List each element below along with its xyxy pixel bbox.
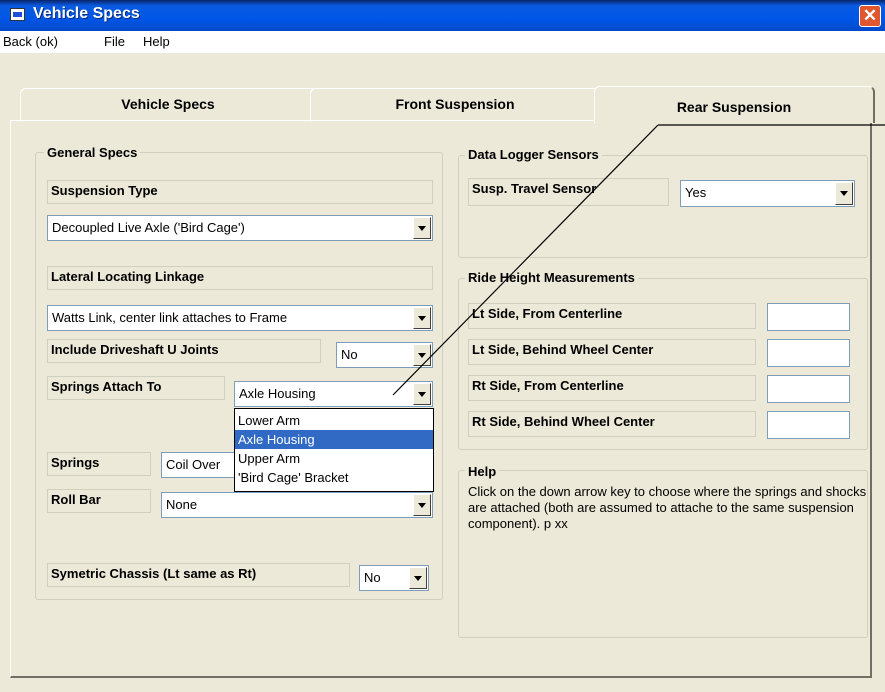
lt-side-centerline-input[interactable] — [767, 303, 850, 331]
springs-value: Coil Over — [166, 457, 221, 472]
ride-height-title: Ride Height Measurements — [465, 270, 638, 285]
springs-attach-label: Springs Attach To — [47, 376, 225, 400]
susp-travel-label: Susp. Travel Sensor — [468, 178, 669, 206]
roll-bar-select[interactable]: None — [161, 492, 433, 518]
roll-bar-value: None — [166, 497, 198, 512]
chevron-down-icon[interactable] — [413, 217, 431, 239]
menu-help[interactable]: Help — [143, 34, 170, 49]
roll-bar-label: Roll Bar — [47, 489, 151, 513]
susp-travel-value: Yes — [685, 185, 707, 200]
rt-side-wheel-label: Rt Side, Behind Wheel Center — [468, 411, 756, 437]
suspension-type-select[interactable]: Decoupled Live Axle ('Bird Cage') — [47, 215, 433, 241]
help-text: Click on the down arrow key to choose wh… — [468, 484, 867, 531]
menu-back-ok[interactable]: Back (ok) — [3, 34, 58, 49]
lateral-linkage-select[interactable]: Watts Link, center link attaches to Fram… — [47, 305, 433, 331]
tab-front-suspension[interactable]: Front Suspension — [310, 88, 601, 122]
rt-side-wheel-input[interactable] — [767, 411, 850, 439]
menu-file[interactable]: File — [104, 34, 125, 49]
tab-vehicle-specs[interactable]: Vehicle Specs — [20, 88, 317, 122]
lateral-linkage-value: Watts Link, center link attaches to Fram… — [52, 310, 288, 325]
lateral-linkage-label: Lateral Locating Linkage — [47, 266, 433, 290]
help-title: Help — [465, 464, 500, 479]
chevron-down-icon[interactable] — [409, 567, 427, 589]
option-axle-housing[interactable]: Axle Housing — [235, 430, 433, 449]
general-specs-title: General Specs — [44, 145, 141, 160]
close-button[interactable]: ✕ — [859, 5, 881, 27]
menu-bar: Back (ok) File Help — [0, 31, 885, 53]
option-lower-arm[interactable]: Lower Arm — [235, 411, 433, 430]
driveshaft-select[interactable]: No — [336, 342, 433, 368]
springs-attach-dropdown: Lower Arm Axle Housing Upper Arm 'Bird C… — [234, 408, 434, 492]
symmetric-chassis-label: Symetric Chassis (Lt same as Rt) — [47, 563, 350, 587]
rt-side-centerline-input[interactable] — [767, 375, 850, 403]
window-title: Vehicle Specs — [33, 5, 140, 22]
lt-side-wheel-input[interactable] — [767, 339, 850, 367]
suspension-type-label: Suspension Type — [47, 180, 433, 204]
lt-side-centerline-label: Lt Side, From Centerline — [468, 303, 756, 329]
tab-rear-suspension[interactable]: Rear Suspension — [594, 86, 875, 123]
symmetric-chassis-value: No — [364, 570, 381, 585]
app-icon — [10, 8, 25, 21]
rt-side-centerline-label: Rt Side, From Centerline — [468, 375, 756, 401]
suspension-type-value: Decoupled Live Axle ('Bird Cage') — [52, 220, 245, 235]
chevron-down-icon[interactable] — [413, 383, 431, 405]
susp-travel-select[interactable]: Yes — [680, 180, 855, 207]
lt-side-wheel-label: Lt Side, Behind Wheel Center — [468, 339, 756, 365]
springs-label: Springs — [47, 452, 151, 476]
symmetric-chassis-select[interactable]: No — [359, 565, 429, 591]
chevron-down-icon[interactable] — [413, 494, 431, 516]
springs-attach-value: Axle Housing — [239, 386, 316, 401]
chevron-down-icon[interactable] — [413, 344, 431, 366]
chevron-down-icon[interactable] — [413, 307, 431, 329]
option-bird-cage-bracket[interactable]: 'Bird Cage' Bracket — [235, 468, 433, 487]
driveshaft-label: Include Driveshaft U Joints — [47, 339, 321, 363]
data-logger-title: Data Logger Sensors — [465, 147, 602, 162]
chevron-down-icon[interactable] — [835, 182, 853, 205]
driveshaft-value: No — [341, 347, 358, 362]
option-upper-arm[interactable]: Upper Arm — [235, 449, 433, 468]
springs-attach-select[interactable]: Axle Housing — [234, 381, 433, 407]
